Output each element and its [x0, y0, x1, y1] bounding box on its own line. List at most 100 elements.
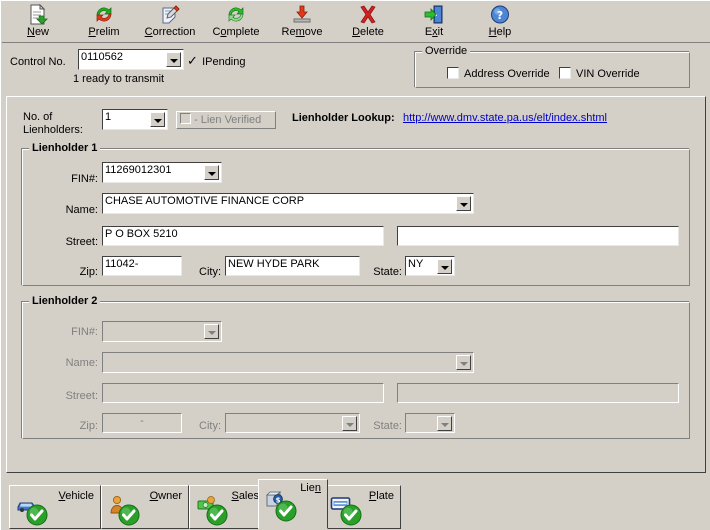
remove-download-icon	[291, 4, 313, 25]
control-no-value: 0110562	[81, 51, 123, 63]
new-document-icon	[27, 4, 49, 25]
chevron-down-icon	[437, 416, 452, 431]
tab-lien[interactable]: Lien $	[258, 479, 328, 529]
lienholder-2-state-combo	[405, 413, 455, 433]
lienholder-1-fin-label: FIN#:	[41, 173, 98, 186]
toolbar-button-complete[interactable]: Complete	[200, 3, 272, 41]
toolbar-button-new[interactable]: New	[2, 3, 74, 41]
toolbar-button-delete-label: Delete	[332, 26, 404, 39]
chevron-down-icon[interactable]	[437, 259, 452, 274]
toolbar-button-correction[interactable]: Correction	[134, 3, 206, 41]
tab-sales[interactable]: Sales	[189, 485, 266, 529]
chevron-down-icon[interactable]	[204, 165, 219, 180]
lienholder-1-city-label: City:	[187, 266, 221, 279]
lienholder-2-street-label: Street:	[41, 390, 98, 403]
toolbar-button-delete[interactable]: Delete	[332, 3, 404, 41]
no-of-lienholders-value: 1	[105, 111, 111, 123]
lienholder-1-zip-value: 11042-	[105, 258, 138, 270]
toolbar-button-prelim-label: Prelim	[68, 26, 140, 39]
control-no-combo[interactable]: 0110562	[78, 49, 184, 70]
lienholder-lookup-label: Lienholder Lookup:	[292, 112, 395, 124]
complete-refresh-icon	[225, 4, 247, 25]
tab-plate[interactable]: Plate	[323, 485, 401, 529]
tab-sales-label: Sales	[231, 490, 259, 502]
checkbox-box-icon	[180, 113, 191, 124]
lienholder-2-city-combo	[225, 413, 360, 433]
lienholder-1-city-input[interactable]: NEW HYDE PARK	[225, 256, 360, 276]
override-legend: Override	[422, 45, 470, 57]
chevron-down-icon	[456, 355, 471, 370]
toolbar-button-new-label: New	[2, 26, 74, 39]
lienholder-1-state-combo[interactable]: NY	[405, 256, 455, 276]
prelim-refresh-icon	[93, 4, 115, 25]
lien-verified-label: - Lien Verified	[194, 114, 261, 126]
toolbar-button-prelim[interactable]: Prelim	[68, 3, 140, 41]
tab-vehicle[interactable]: Vehicle	[9, 485, 101, 529]
complete-check-icon	[340, 504, 362, 526]
chevron-down-icon[interactable]	[166, 52, 181, 67]
lienholder-1-city-value: NEW HYDE PARK	[228, 258, 319, 270]
checkbox-box-icon	[447, 67, 459, 79]
toolbar-button-exit-label: Exit	[398, 26, 470, 39]
exit-door-icon	[423, 4, 445, 25]
toolbar-button-remove[interactable]: Remove	[266, 3, 338, 41]
lienholder-1-street-input[interactable]: P O BOX 5210	[102, 226, 384, 246]
lienholder-1-legend: Lienholder 1	[29, 142, 100, 154]
lienholder-2-legend: Lienholder 2	[29, 295, 100, 307]
lienholder-1-name-label: Name:	[41, 204, 98, 217]
complete-check-icon	[118, 504, 140, 526]
toolbar-button-help[interactable]: ? Help	[464, 3, 536, 41]
complete-check-icon	[206, 504, 228, 526]
address-override-checkbox[interactable]: Address Override	[447, 67, 550, 81]
lienholder-2-name-combo	[102, 352, 474, 373]
svg-text:?: ?	[497, 9, 503, 22]
tab-owner-label: Owner	[150, 490, 182, 502]
no-of-lienholders-label-line2: Lienholders:	[23, 124, 83, 137]
toolbar-button-complete-label: Complete	[200, 26, 272, 39]
no-of-lienholders-combo[interactable]: 1	[102, 109, 168, 130]
tab-lien-label: Lien	[300, 482, 321, 494]
lienholder-1-street-label: Street:	[41, 236, 98, 249]
lienholder-2-name-label: Name:	[41, 357, 98, 370]
lienholder-lookup-link[interactable]: http://www.dmv.state.pa.us/elt/index.sht…	[403, 112, 607, 124]
toolbar-button-remove-label: Remove	[266, 26, 338, 39]
vin-override-checkbox[interactable]: VIN Override	[559, 67, 640, 81]
chevron-down-icon	[204, 324, 219, 339]
ipending-label: IPending	[202, 56, 245, 68]
lienholder-2-street-input	[102, 383, 384, 403]
ipending-checkbox[interactable]: ✓ IPending	[187, 54, 246, 68]
lienholder-1-state-label: State:	[360, 266, 402, 279]
lienholder-1-name-combo[interactable]: CHASE AUTOMOTIVE FINANCE CORP	[102, 193, 474, 214]
toolbar-button-exit[interactable]: Exit	[398, 3, 470, 41]
lienholder-1-zip-label: Zip:	[54, 266, 98, 279]
address-override-label: Address Override	[464, 68, 550, 80]
application-window: New Prelim Correction	[0, 0, 710, 530]
record-section-tabs: Vehicle Owner	[6, 479, 706, 529]
no-of-lienholders-label-line1: No. of	[23, 111, 52, 124]
lienholder-2-state-label: State:	[360, 420, 402, 433]
lienholder-2-zip-value: -	[140, 415, 144, 427]
lienholder-1-street2-input[interactable]	[397, 226, 679, 246]
lienholder-1-zip-input[interactable]: 11042-	[102, 256, 182, 276]
complete-check-icon	[275, 500, 297, 522]
chevron-down-icon[interactable]	[150, 112, 165, 127]
lienholder-1-state-value: NY	[408, 258, 423, 270]
lienholder-2-street2-input	[397, 383, 679, 403]
lienholder-1-street-value: P O BOX 5210	[105, 228, 178, 240]
tab-owner[interactable]: Owner	[101, 485, 189, 529]
check-icon: ✓	[187, 54, 199, 67]
lienholder-2-zip-label: Zip:	[54, 420, 98, 433]
correction-pencil-icon	[159, 4, 181, 25]
lienholder-2-fin-combo	[102, 321, 222, 342]
lienholder-2-zip-input: -	[102, 413, 182, 433]
control-no-label: Control No.	[10, 56, 66, 69]
lienholder-1-fin-combo[interactable]: 11269012301	[102, 162, 222, 183]
transmit-status-text: 1 ready to transmit	[73, 73, 164, 85]
lienholder-1-fin-value: 11269012301	[105, 164, 171, 176]
lien-verified-checkbox: - Lien Verified	[176, 111, 276, 129]
chevron-down-icon[interactable]	[456, 196, 471, 211]
tab-plate-label: Plate	[369, 490, 394, 502]
complete-check-icon	[26, 504, 48, 526]
tab-vehicle-label: Vehicle	[59, 490, 94, 502]
lienholder-2-city-label: City:	[187, 420, 221, 433]
